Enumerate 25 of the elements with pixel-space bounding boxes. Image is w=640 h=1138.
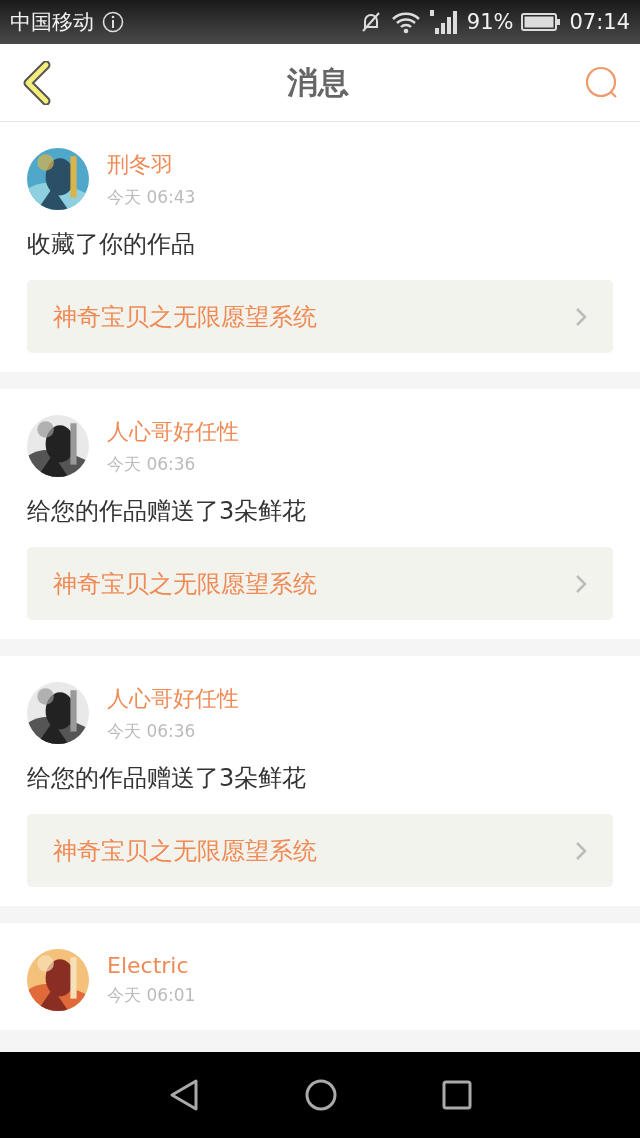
page-title: 消息	[287, 62, 349, 102]
work-link[interactable]: 神奇宝贝之无限愿望系统	[27, 547, 613, 620]
work-link[interactable]: 神奇宝贝之无限愿望系统	[27, 280, 613, 353]
message-text: 收藏了你的作品	[27, 229, 196, 260]
chevron-right-icon	[575, 840, 587, 861]
signal-icon	[428, 8, 459, 36]
carrier-name: 中国移动	[10, 9, 94, 36]
chevron-right-icon	[575, 306, 587, 327]
message-time: 今天 06:36	[107, 452, 197, 476]
message-time: 今天 06:43	[107, 185, 196, 209]
message-text: 给您的作品赠送了3朵鲜花	[27, 496, 308, 527]
user-name[interactable]: 人心哥好任性	[107, 683, 239, 714]
wifi-icon	[390, 10, 421, 34]
user-name[interactable]: 人心哥好任性	[107, 416, 239, 447]
message-time: 今天 06:01	[107, 984, 196, 1007]
user-name[interactable]: 刑冬羽	[107, 149, 196, 180]
battery-icon	[521, 12, 562, 32]
message-text: 给您的作品赠送了3朵鲜花	[27, 763, 308, 794]
user-name[interactable]: Electric	[107, 953, 196, 978]
message-time: 今天 06:36	[107, 719, 197, 743]
info-icon	[102, 11, 124, 33]
work-link[interactable]: 神奇宝贝之无限愿望系统	[27, 814, 613, 887]
battery-percent: 91%	[466, 10, 514, 34]
chevron-right-icon	[575, 573, 587, 594]
clock-time: 07:14	[569, 10, 630, 34]
